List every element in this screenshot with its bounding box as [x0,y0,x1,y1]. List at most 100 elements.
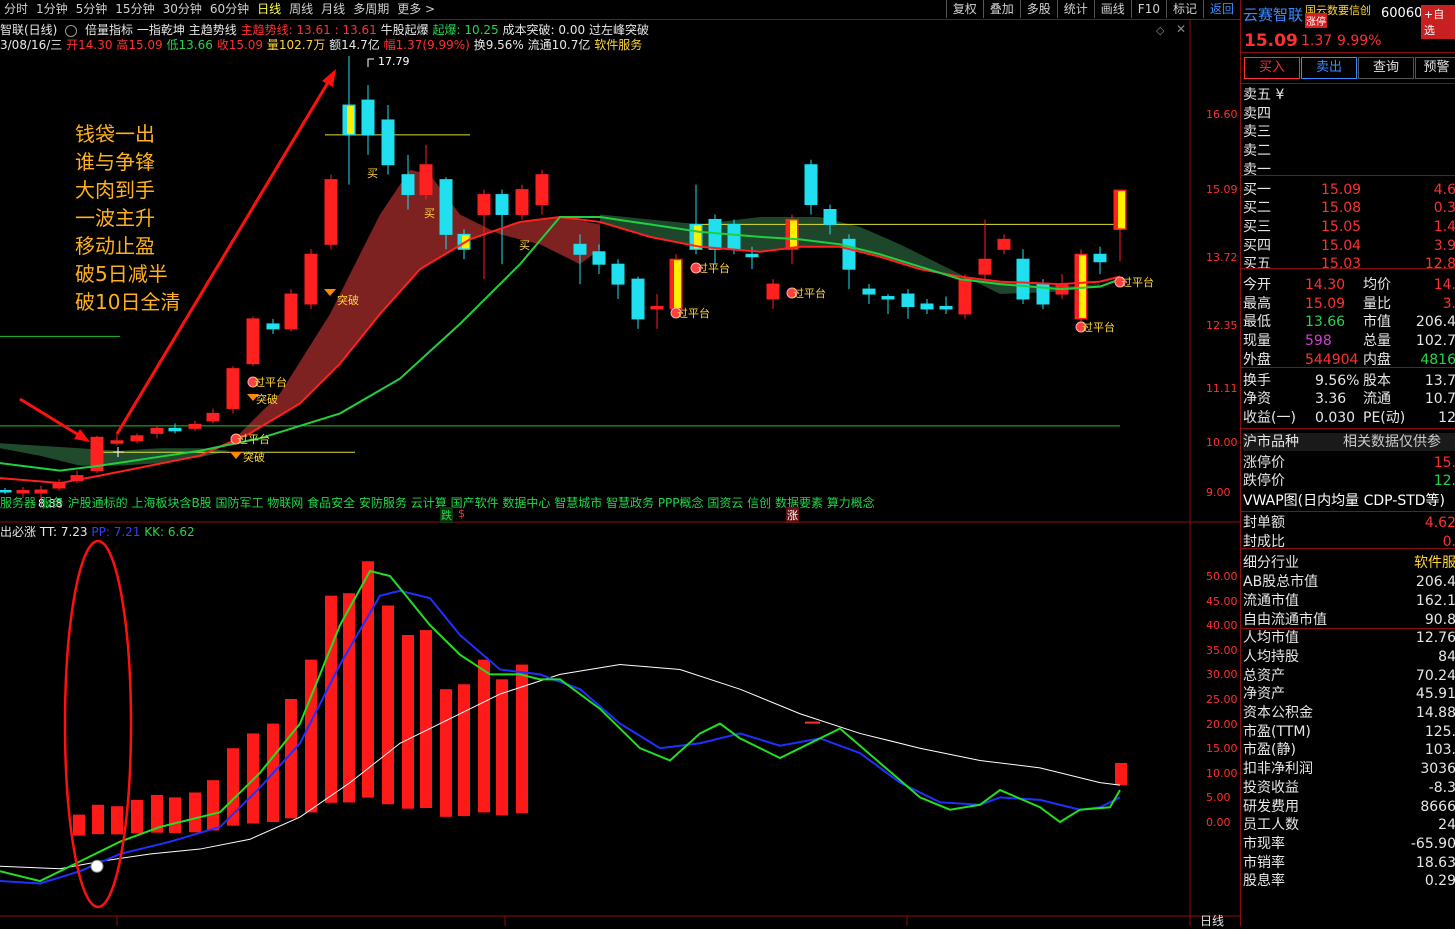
query-button[interactable]: 查询 [1358,57,1414,79]
signal-label: 过平台 [793,286,826,300]
limit-price-label: 涨停价 [1243,454,1285,471]
signal-label: 过平台 [1121,275,1154,289]
sell-level-label: 卖一 [1243,161,1271,178]
fin-row-label: 总资产 [1243,667,1285,684]
note-line: 钱袋一出 [75,122,155,146]
candlestick [52,479,66,491]
candlestick [342,55,356,185]
period-tabs: 分时 1分钟 5分钟 15分钟 30分钟 60分钟 日线 周线 月线 多周期 更多 > [0,1,439,18]
seal-row-label: 封单额 [1243,515,1285,531]
pointer-arrow [19,397,83,439]
section-title: 沪市品种 [1243,433,1299,450]
sell-button[interactable]: 卖出 [1301,57,1357,79]
quote-stat: 最低 13.66 市值 206.4 [1243,313,1455,331]
fin-row: 员工人数 24 [1243,816,1455,834]
period-tab[interactable]: 60分钟 [206,1,253,18]
candlestick [842,234,856,290]
period-footer-label: 日线 [1200,914,1225,928]
candlestick [766,279,780,309]
candlestick [188,420,202,431]
buy-level-label: 买四 [1243,237,1271,254]
vwap-link[interactable]: VWAP图(日内均量 CDP-STD等) [1243,492,1455,510]
peak-price-label: 17.79 [378,55,410,68]
green-band-left [0,443,230,466]
buy-button[interactable]: 买入 [1244,57,1300,79]
indicator-axis-tick: 20.00 [1206,717,1238,731]
fin-row: 人均市值 12.76 [1243,629,1455,647]
indicator-bar [1115,762,1127,786]
candlestick [689,184,703,255]
signal-label: 过平台 [1082,320,1115,334]
section-note: 相关数据仅供参 [1343,433,1441,450]
fin-row: 市销率 18.63 [1243,854,1455,872]
period-toolbar: 分时 1分钟 5分钟 15分钟 30分钟 60分钟 日线 周线 月线 多周期 更多 > 复权 叠加 多股… [0,0,1240,20]
quote-stat-label2: 总量 [1363,333,1391,350]
tool-button[interactable]: 标记 [1165,0,1203,18]
candlestick [1016,249,1030,304]
seal-row-value2: 4.62 [1424,515,1455,531]
stock-code: 60060 [1381,6,1423,21]
limit-price-value2: 15. [1433,454,1455,471]
buy-label: 买 [519,239,530,252]
tool-button[interactable]: 多股 [1019,0,1057,18]
indicator-bar [131,799,143,834]
candlestick [304,249,318,309]
alert-button[interactable]: 预警 [1415,57,1455,79]
tool-button[interactable]: 叠加 [982,0,1020,18]
period-tab[interactable]: 分时 [0,1,32,18]
fin-row-label: 资本公积金 [1243,705,1313,721]
price-pct: 9.99% [1337,33,1382,49]
period-tab[interactable]: 更多 > [393,1,439,18]
tool-button[interactable]: 返回 [1202,0,1240,18]
buy-level: 买一 15.09 4.6 [1243,181,1455,199]
vwap-label[interactable]: VWAP图(日内均量 CDP-STD等) [1243,492,1445,510]
fin-stat-label2: 流通 [1363,391,1391,408]
fin-row: 市现率 -65.90 [1243,835,1455,853]
tool-button[interactable]: F10 [1130,0,1166,18]
fin-row-value2: 18.63 [1415,854,1455,871]
quote-stat: 现量 598 总量 102.7 [1243,332,1455,350]
die-marker: 跌 [440,507,453,523]
panel-divider [1241,367,1455,368]
panel-divider [1241,628,1455,629]
add-watchlist-button[interactable]: +自选 [1421,5,1455,39]
candlestick [535,169,549,215]
arrow-head-icon [322,69,336,87]
tool-button[interactable]: 画线 [1093,0,1131,18]
period-tab[interactable]: 日线 [253,1,285,18]
period-tab[interactable]: 15分钟 [111,1,158,18]
indicator-bar [169,797,181,834]
indicator-bar [189,792,201,833]
sell-level: 卖五 ¥ [1243,86,1455,104]
buy-level: 买四 15.04 3.9 [1243,237,1455,255]
buy-level-label: 买五 [1243,256,1271,273]
kline-chart[interactable]: 过平台过平台过平台过平台过平台过平台过平台买买买突破突破突破 [0,19,1240,926]
fin-row-label: 人均市值 [1243,630,1299,647]
tool-button[interactable]: 复权 [945,0,983,18]
indicator-bar [73,814,85,836]
buy-level-value: 15.03 [1321,256,1362,273]
buy-level-value2: 1.4 [1433,218,1455,235]
period-tab[interactable]: 多周期 [349,1,393,18]
fin-row: 流通市值 162.1 [1243,592,1455,610]
candlestick [266,318,280,334]
price-axis-tick: 16.60 [1206,108,1238,121]
fin-row-value2: -8.3 [1428,779,1455,796]
period-tab[interactable]: 周线 [285,1,317,18]
fin-stat-label2: PE(动) [1363,409,1406,426]
period-tab[interactable]: 30分钟 [159,1,206,18]
last-price: 15.09 [1244,31,1298,51]
period-tab[interactable]: 5分钟 [72,1,112,18]
buy-level: 买五 15.03 12.8 [1243,255,1455,273]
fin-row-label: 研发费用 [1243,798,1299,815]
fin-row: 投资收益 -8.3 [1243,779,1455,797]
period-tab[interactable]: 1分钟 [32,1,72,18]
buy-level-value: 15.05 [1321,218,1362,235]
candlestick [515,184,529,220]
fin-row-value2: 206.4 [1415,574,1455,591]
quote-stat-value: 14.30 [1305,277,1346,293]
period-tab[interactable]: 月线 [317,1,349,18]
buy-level-value2: 4.6 [1433,181,1455,198]
tool-button[interactable]: 统计 [1056,0,1094,18]
sell-level-label: 卖五 ¥ [1243,87,1285,103]
